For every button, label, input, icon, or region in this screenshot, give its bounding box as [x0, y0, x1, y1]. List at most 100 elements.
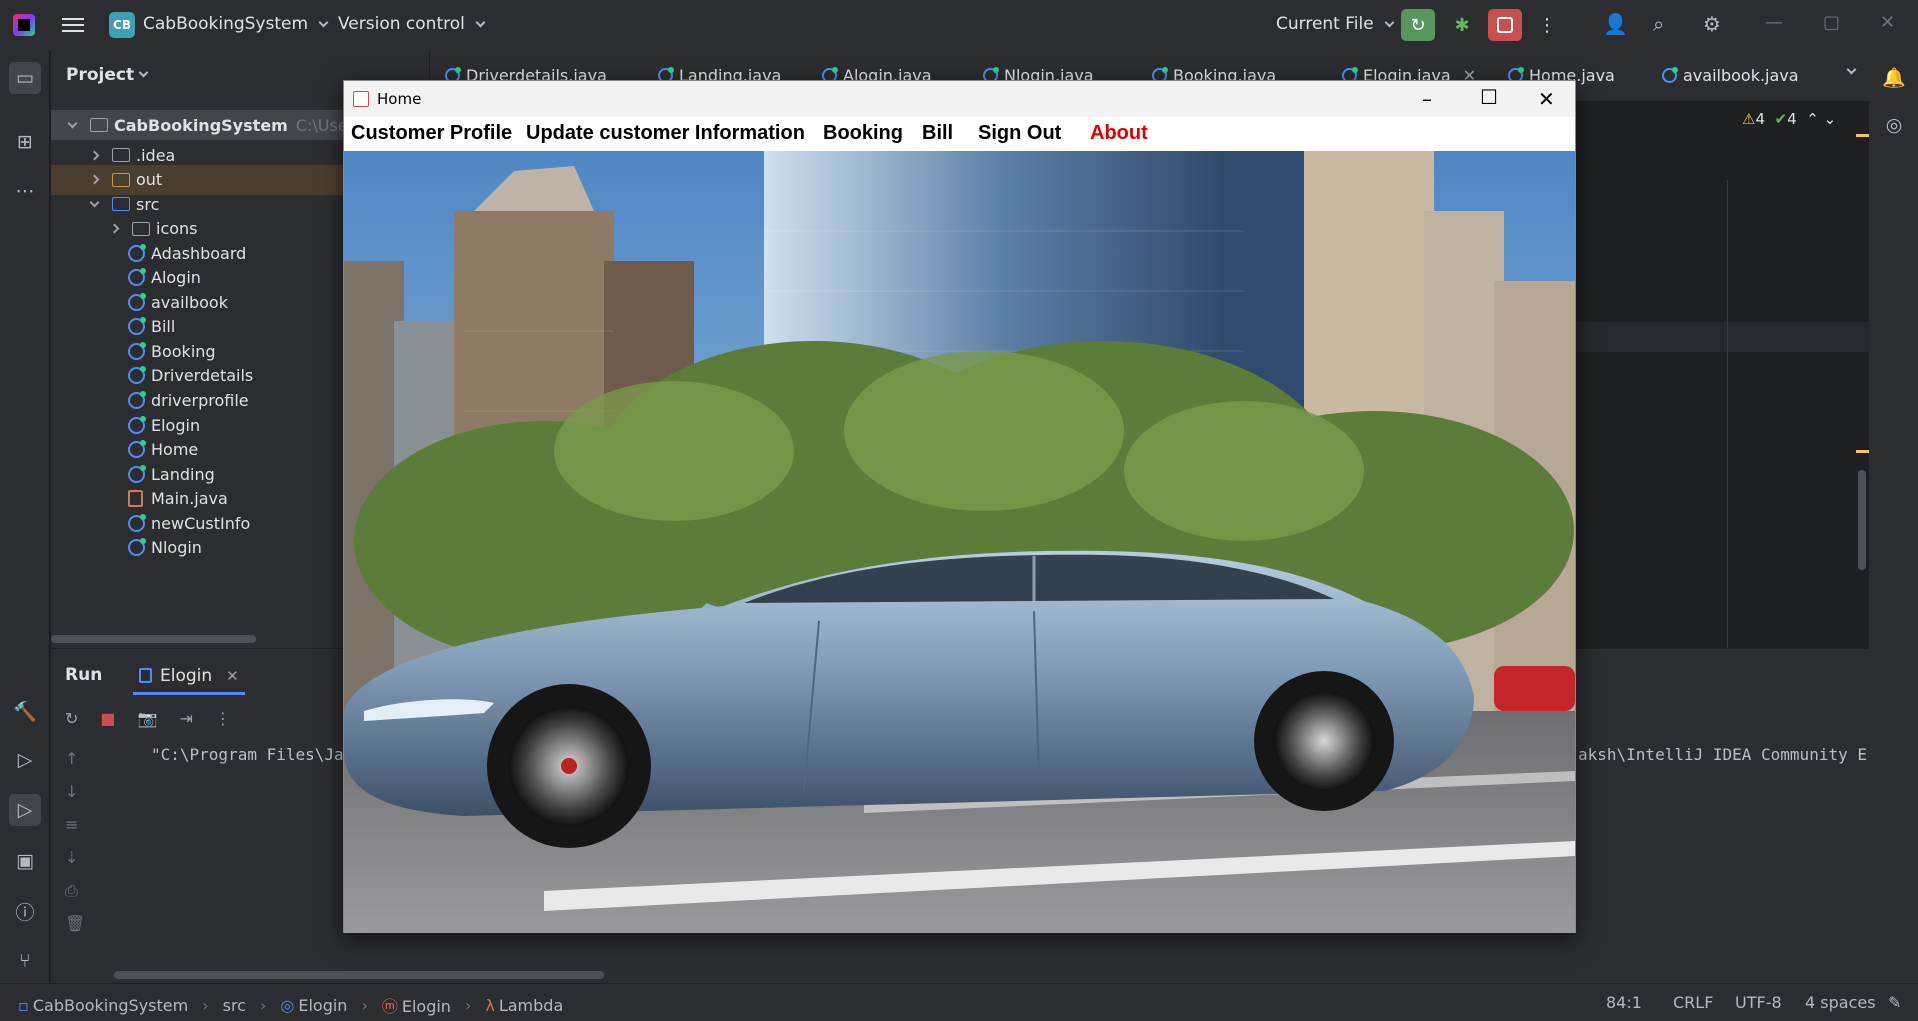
git-tool-icon[interactable]: ⑂	[12, 948, 38, 974]
intellij-logo-icon[interactable]	[13, 14, 35, 36]
menu-bill[interactable]: Bill	[922, 122, 953, 145]
more-tools-icon[interactable]: ⋯	[12, 178, 38, 204]
console-horizontal-scrollbar[interactable]	[114, 971, 604, 979]
module-icon: ▫	[18, 995, 29, 1015]
breadcrumb-item[interactable]: ◎ Elogin	[280, 996, 347, 1015]
run-panel-title: Run	[65, 665, 103, 685]
home-window-titlebar[interactable]: Home – ☐ ✕	[344, 81, 1575, 117]
warning-marker[interactable]	[1856, 450, 1870, 453]
method-icon: ⓜ	[381, 997, 398, 1016]
tree-horizontal-scrollbar[interactable]	[51, 635, 256, 643]
tree-item-label: out	[136, 170, 163, 190]
chevron-up-icon[interactable]: ⌃	[1806, 110, 1819, 128]
menu-update-customer-info[interactable]: Update customer Information	[526, 122, 805, 145]
editor-vertical-scrollbar[interactable]	[1858, 470, 1866, 570]
minimize-icon[interactable]: –	[1422, 87, 1432, 111]
stop-icon[interactable]: ■	[100, 709, 115, 728]
folder-icon	[112, 172, 130, 187]
breadcrumb-item[interactable]: λ Lambda	[485, 996, 563, 1015]
folder-icon	[132, 221, 150, 236]
scroll-to-end-icon[interactable]: ⇣	[65, 848, 89, 881]
camera-icon[interactable]: 📷	[138, 709, 158, 728]
vcs-label: Version control	[338, 14, 465, 34]
navigation-breadcrumb: ▫ CabBookingSystem › src › ◎ Elogin › ⓜ Elogin › λ L…	[18, 993, 563, 1017]
project-panel-title[interactable]: Project	[66, 65, 149, 85]
breadcrumb-item[interactable]: src	[223, 996, 246, 1015]
vcs-menu[interactable]: Version control	[338, 14, 486, 34]
tree-item-label: Landing	[151, 464, 215, 484]
right-margin-guide	[1727, 180, 1728, 648]
read-only-toggle-icon[interactable]: ✎	[1888, 993, 1901, 1012]
run-tab-elogin[interactable]: Elogin ✕	[133, 659, 245, 695]
trash-icon[interactable]: 🗑	[65, 914, 89, 947]
more-vertical-icon[interactable]: ⋮	[215, 709, 231, 728]
rerun-button[interactable]: ↻	[1401, 9, 1435, 41]
chevron-down-icon[interactable]: ⌄	[1824, 110, 1837, 128]
status-bar: ▫ CabBookingSystem › src › ◎ Elogin › ⓜ Elogin › λ L…	[0, 983, 1918, 1021]
home-menubar: Customer Profile Update customer Informa…	[344, 117, 1575, 151]
chevron-down-icon[interactable]	[89, 197, 100, 208]
chevron-right-icon[interactable]	[89, 150, 100, 160]
stop-button[interactable]	[1488, 9, 1522, 41]
main-menu-icon[interactable]	[62, 14, 84, 34]
project-badge[interactable]: CB	[109, 12, 135, 38]
run-tool-icon[interactable]: ▷	[9, 794, 41, 826]
build-tool-icon[interactable]: 🔨	[12, 698, 38, 724]
breadcrumb-item[interactable]: ⓜ Elogin	[382, 993, 451, 1017]
city-car-illustration	[344, 151, 1575, 933]
warning-marker[interactable]	[1856, 134, 1870, 137]
arrow-up-icon[interactable]: ↑	[65, 749, 89, 782]
more-actions-button[interactable]: ⋮	[1530, 9, 1564, 41]
add-user-icon[interactable]: 👤	[1603, 12, 1628, 36]
exit-icon[interactable]: ⇥	[179, 709, 192, 728]
soft-wrap-icon[interactable]: ≡	[65, 815, 89, 848]
chevron-right-icon[interactable]	[89, 174, 100, 185]
bug-icon: ✱	[1454, 14, 1470, 36]
project-name: CabBookingSystem	[143, 14, 309, 34]
menu-customer-profile[interactable]: Customer Profile	[351, 122, 512, 145]
close-icon[interactable]: ✕	[1880, 12, 1895, 33]
title-bar: CB CabBookingSystem Version control Curr…	[0, 0, 1918, 50]
structure-tool-icon[interactable]: ⊞	[12, 129, 38, 155]
inspection-widget[interactable]: ⚠4 ✔4 ⌃ ⌄	[1742, 110, 1836, 128]
run-toolbar: ↻ ■ 📷 ⇥ ⋮	[65, 709, 231, 728]
run-config-label: Current File	[1276, 14, 1374, 34]
terminal-tool-icon[interactable]: ▣	[12, 848, 38, 874]
arrow-down-icon[interactable]: ↓	[65, 782, 89, 815]
java-file-icon	[128, 490, 143, 508]
menu-about[interactable]: About	[1090, 122, 1148, 145]
warning-icon: ⚠	[1742, 110, 1756, 128]
project-tool-icon[interactable]: ▭	[9, 62, 41, 94]
chevron-right-icon[interactable]	[109, 223, 120, 234]
breadcrumb-item[interactable]: ▫ CabBookingSystem	[18, 996, 188, 1015]
problems-tool-icon[interactable]: ⓘ	[12, 898, 38, 924]
print-icon[interactable]: ⎙	[65, 881, 89, 914]
caret-position[interactable]: 84:1	[1606, 993, 1642, 1012]
menu-booking[interactable]: Booking	[823, 122, 903, 145]
run-config-selector[interactable]: Current File	[1276, 14, 1395, 34]
stop-icon	[1497, 17, 1513, 33]
file-encoding[interactable]: UTF-8	[1735, 993, 1782, 1012]
project-switcher[interactable]: CabBookingSystem	[143, 14, 329, 34]
search-icon[interactable]: ⌕	[1653, 12, 1664, 36]
java-class-icon	[128, 317, 146, 336]
notifications-icon[interactable]: 🔔	[1881, 64, 1907, 90]
indent-setting[interactable]: 4 spaces	[1805, 993, 1876, 1012]
ai-assistant-icon[interactable]: ◎	[1881, 112, 1907, 138]
editor-tab[interactable]: availbook.java	[1662, 66, 1799, 85]
maximize-icon[interactable]: ☐	[1480, 85, 1498, 109]
close-icon[interactable]: ✕	[226, 667, 239, 685]
java-class-icon	[128, 440, 146, 459]
minimize-icon[interactable]: —	[1765, 12, 1783, 33]
rerun-icon[interactable]: ↻	[65, 709, 78, 728]
gear-icon[interactable]: ⚙	[1703, 12, 1721, 36]
debug-button[interactable]: ✱	[1445, 9, 1479, 41]
maximize-icon[interactable]: ▢	[1823, 12, 1840, 33]
menu-sign-out[interactable]: Sign Out	[978, 122, 1061, 145]
tab-list-dropdown[interactable]	[1842, 64, 1857, 77]
close-icon[interactable]: ✕	[1538, 87, 1555, 111]
line-separator[interactable]: CRLF	[1673, 993, 1713, 1012]
tree-item-label: Booking	[151, 341, 216, 361]
chevron-down-icon[interactable]	[67, 118, 78, 128]
services-tool-icon[interactable]: ▷	[12, 747, 38, 773]
